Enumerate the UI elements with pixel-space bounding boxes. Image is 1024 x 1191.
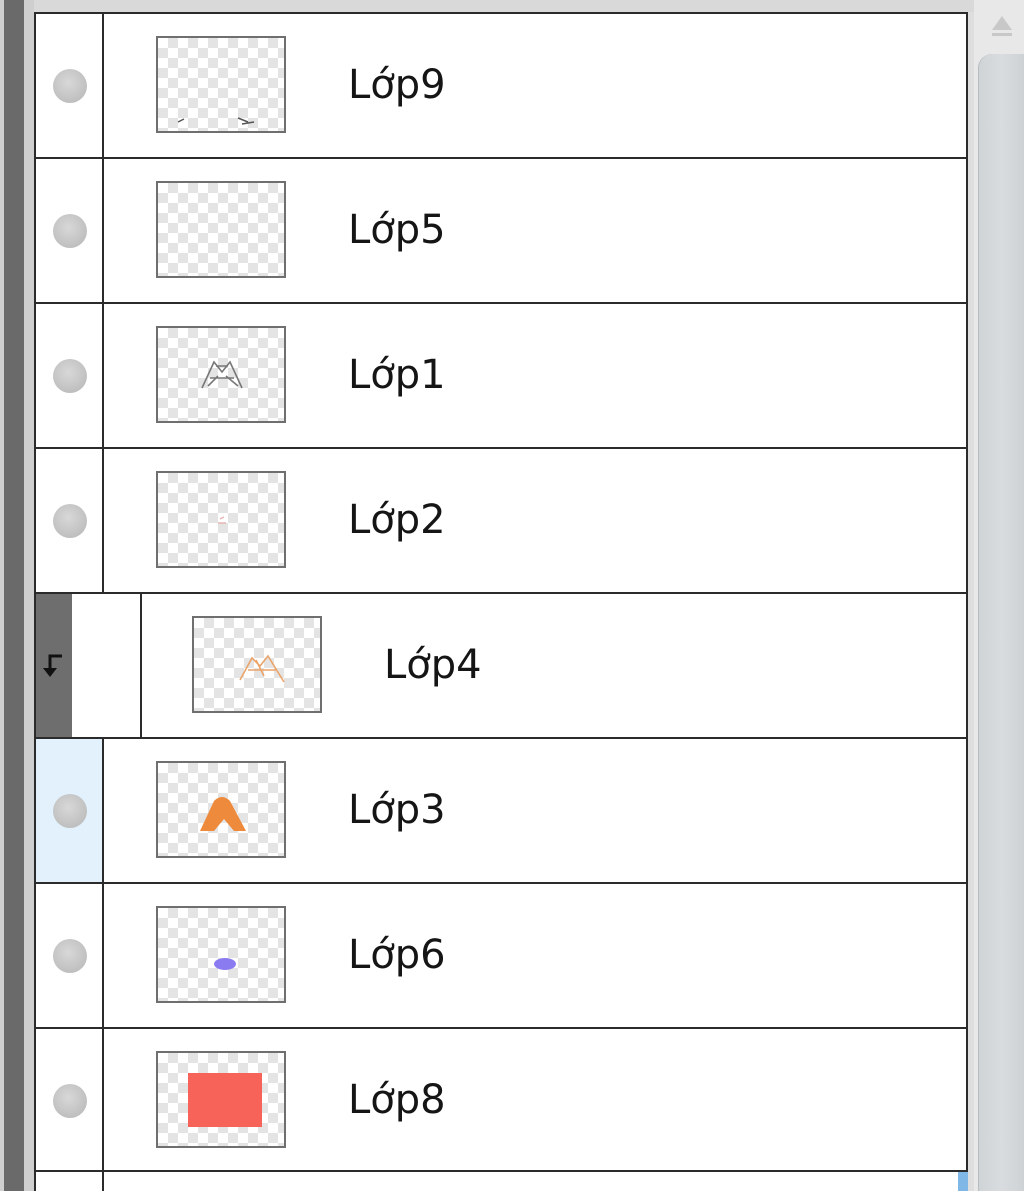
- layer-name: Lớp6: [348, 932, 446, 978]
- visibility-toggle[interactable]: [36, 739, 104, 882]
- visibility-dot-icon[interactable]: [53, 1084, 87, 1118]
- layer-row-lop5[interactable]: Lớp5: [36, 157, 966, 302]
- scrollbar-thumb[interactable]: [978, 54, 1024, 1191]
- layer-name: Lớp2: [348, 497, 446, 543]
- layer-name: Lớp3: [348, 787, 446, 833]
- row-divider: [140, 594, 142, 737]
- layer-row-lop4[interactable]: Lớp4: [36, 592, 966, 737]
- scroll-up-arrow-icon[interactable]: [984, 6, 1020, 44]
- layer-thumbnail: [156, 906, 286, 1003]
- visibility-dot-icon[interactable]: [53, 69, 87, 103]
- layer-row-lop2[interactable]: Lớp2: [36, 447, 966, 592]
- visibility-toggle[interactable]: [36, 884, 104, 1027]
- visibility-dot-icon[interactable]: [53, 214, 87, 248]
- layer-thumbnail: [156, 761, 286, 858]
- layer-name: Lớp4: [384, 642, 482, 688]
- thumbnail-orange-sketch: [239, 654, 285, 683]
- layer-thumbnail: [156, 326, 286, 423]
- layer-row-lop6[interactable]: Lớp6: [36, 882, 966, 1027]
- thumbnail-orange-shape: [200, 797, 246, 831]
- layer-thumbnail: [156, 181, 286, 278]
- layer-thumbnail: [156, 1051, 286, 1148]
- visibility-toggle[interactable]: [36, 1172, 104, 1191]
- visibility-dot-icon[interactable]: [53, 939, 87, 973]
- scroll-corner: [958, 1172, 968, 1191]
- visibility-toggle[interactable]: [36, 159, 104, 302]
- layer-name: Lớp8: [348, 1077, 446, 1123]
- visibility-toggle[interactable]: [36, 304, 104, 447]
- thumbnail-purple-blob: [214, 958, 236, 970]
- layer-name: Lớp9: [348, 62, 446, 108]
- layer-row-lop3[interactable]: Lớp3: [36, 737, 966, 882]
- layer-thumbnail: [156, 471, 286, 568]
- layer-list[interactable]: Lớp9 Lớp5 Lớp1 Lớp2 Lớp4 Lớp3 Lớp6 Lớp8: [34, 12, 968, 1191]
- scrollbar[interactable]: [974, 0, 1024, 1191]
- clipping-arrow-icon: [43, 654, 62, 677]
- panel-top-band: [34, 0, 974, 12]
- layer-thumbnail: [192, 616, 322, 713]
- layer-row-lop1[interactable]: Lớp1: [36, 302, 966, 447]
- visibility-toggle[interactable]: [36, 1029, 104, 1172]
- layer-name: Lớp1: [348, 352, 446, 398]
- layer-row-lop8[interactable]: Lớp8: [36, 1027, 966, 1172]
- thumbnail-red-rectangle: [188, 1073, 262, 1127]
- layer-row-lop9[interactable]: Lớp9: [36, 12, 966, 157]
- visibility-dot-icon[interactable]: [53, 794, 87, 828]
- visibility-dot-icon[interactable]: [53, 359, 87, 393]
- layer-thumbnail: [156, 36, 286, 133]
- thumbnail-sketch-lines: [201, 360, 243, 389]
- clipping-indicator: [36, 594, 72, 737]
- thumbnail-faint-mark: [218, 516, 226, 524]
- layer-name: Lớp5: [348, 207, 446, 253]
- panel-left-frame: [0, 0, 34, 1191]
- visibility-toggle[interactable]: [36, 449, 104, 592]
- panel-left-edge: [4, 0, 24, 1191]
- thumbnail-small-marks: [177, 117, 255, 125]
- layer-row-partial[interactable]: [36, 1170, 966, 1191]
- visibility-toggle[interactable]: [36, 14, 104, 157]
- visibility-dot-icon[interactable]: [53, 504, 87, 538]
